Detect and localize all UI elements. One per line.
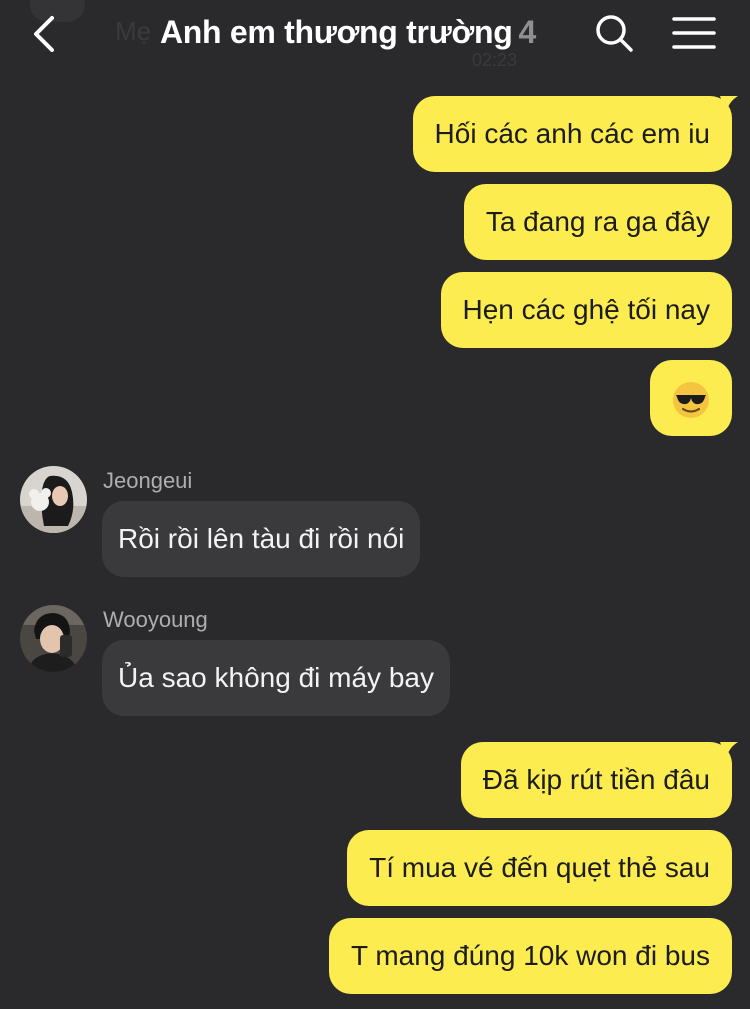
avatar[interactable] [20, 605, 87, 672]
faded-previous-time: 02:23 [472, 50, 518, 70]
profile-photo-icon [20, 466, 87, 533]
chevron-left-icon [34, 16, 54, 52]
outgoing-message[interactable]: Hối các anh các em iu [412, 96, 732, 172]
outgoing-message[interactable]: Ta đang ra ga đây [463, 184, 732, 260]
outgoing-message[interactable]: Tí mua vé đến quẹt thẻ sau [347, 830, 732, 906]
sunglasses-emoji-icon [673, 381, 709, 418]
incoming-message[interactable]: Ủa sao không đi máy bay [102, 640, 450, 716]
sender-name: Wooyoung [103, 607, 208, 632]
member-count: 4 [518, 14, 536, 50]
menu-button[interactable] [670, 14, 718, 54]
sender-name: Jeongeui [103, 468, 193, 493]
faded-previous-title: Mẹ [115, 16, 152, 46]
search-icon [596, 15, 633, 52]
chat-header: Mẹ 02:23 Anh em thương trường 4 [0, 0, 750, 72]
incoming-message[interactable]: Rồi rồi lên tàu đi rồi nói [102, 501, 421, 577]
back-button[interactable] [26, 12, 66, 56]
search-button[interactable] [592, 12, 636, 56]
outgoing-message[interactable]: Đã kịp rút tiền đâu [460, 742, 732, 818]
outgoing-message[interactable]: Hẹn các ghệ tối nay [440, 272, 732, 348]
chat-title: Anh em thương trường 4 [160, 14, 536, 51]
avatar[interactable] [20, 466, 87, 533]
profile-photo-icon [20, 605, 87, 672]
outgoing-emoji-message[interactable] [650, 360, 732, 436]
hamburger-menu-icon [672, 17, 716, 49]
chat-title-text: Anh em thương trường [160, 14, 513, 50]
outgoing-message[interactable]: T mang đúng 10k won đi bus [328, 918, 732, 994]
